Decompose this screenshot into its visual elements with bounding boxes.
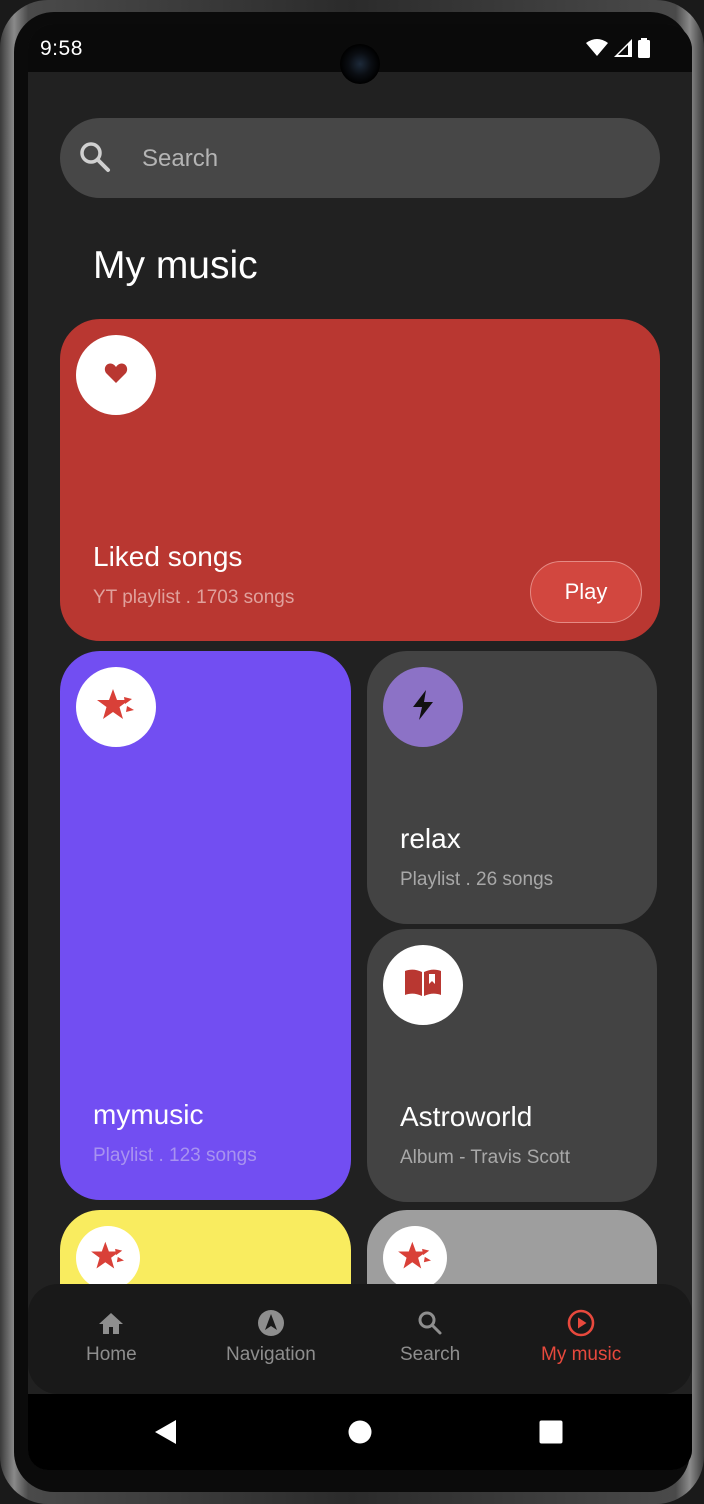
play-button[interactable]: Play [530, 561, 642, 623]
yellow-card-icon-circle [76, 1226, 140, 1290]
nav-home-label: Home [86, 1344, 137, 1365]
relax-subtitle: Playlist . 26 songs [400, 869, 554, 890]
mymusic-subtitle: Playlist . 123 songs [93, 1145, 257, 1166]
star-icon [97, 687, 135, 728]
nav-my-music[interactable]: My music [541, 1308, 621, 1366]
system-navigation-bar [28, 1394, 692, 1470]
astroworld-icon-circle [383, 945, 463, 1025]
wifi-icon [586, 39, 608, 62]
liked-songs-title: Liked songs [93, 541, 243, 572]
bolt-icon [410, 689, 436, 726]
astroworld-card[interactable]: Astroworld Album - Travis Scott [367, 929, 657, 1202]
nav-navigation-label: Navigation [226, 1344, 316, 1365]
search-icon [415, 1308, 445, 1338]
heart-icon [104, 362, 128, 389]
play-circle-icon [566, 1308, 596, 1338]
book-icon [404, 968, 442, 1003]
home-icon [96, 1308, 126, 1338]
astroworld-subtitle: Album - Travis Scott [400, 1147, 570, 1168]
status-icons [586, 38, 650, 63]
app-screen: 9:58 My music [28, 24, 692, 1470]
search-bar[interactable] [60, 118, 660, 198]
star-icon [398, 1240, 432, 1277]
nav-search[interactable]: Search [400, 1308, 460, 1366]
mymusic-icon-circle [76, 667, 156, 747]
relax-title: relax [400, 823, 461, 854]
home-circle-icon[interactable] [348, 1420, 372, 1449]
page-title: My music [93, 244, 258, 287]
grey-card-icon-circle [383, 1226, 447, 1290]
astroworld-title: Astroworld [400, 1101, 533, 1132]
back-triangle-icon[interactable] [154, 1419, 178, 1450]
liked-songs-icon-circle [76, 335, 156, 415]
mymusic-title: mymusic [93, 1099, 204, 1130]
nav-navigation[interactable]: Navigation [226, 1308, 316, 1366]
search-icon [78, 140, 112, 179]
relax-card[interactable]: relax Playlist . 26 songs [367, 651, 657, 924]
status-time: 9:58 [40, 37, 83, 60]
nav-home[interactable]: Home [86, 1308, 137, 1366]
star-icon [91, 1240, 125, 1277]
front-camera [340, 44, 380, 84]
relax-icon-circle [383, 667, 463, 747]
compass-icon [256, 1308, 286, 1338]
battery-icon [638, 38, 650, 63]
signal-icon [614, 39, 632, 62]
recents-square-icon[interactable] [539, 1420, 563, 1449]
bottom-navigation: Home Navigation Search My music [28, 1284, 692, 1394]
liked-songs-card[interactable]: Liked songs YT playlist . 1703 songs Pla… [60, 319, 660, 641]
nav-my-music-label: My music [541, 1344, 622, 1365]
search-input[interactable] [140, 138, 624, 180]
mymusic-card[interactable]: mymusic Playlist . 123 songs [60, 651, 351, 1200]
liked-songs-subtitle: YT playlist . 1703 songs [93, 587, 295, 608]
nav-search-label: Search [400, 1344, 461, 1365]
